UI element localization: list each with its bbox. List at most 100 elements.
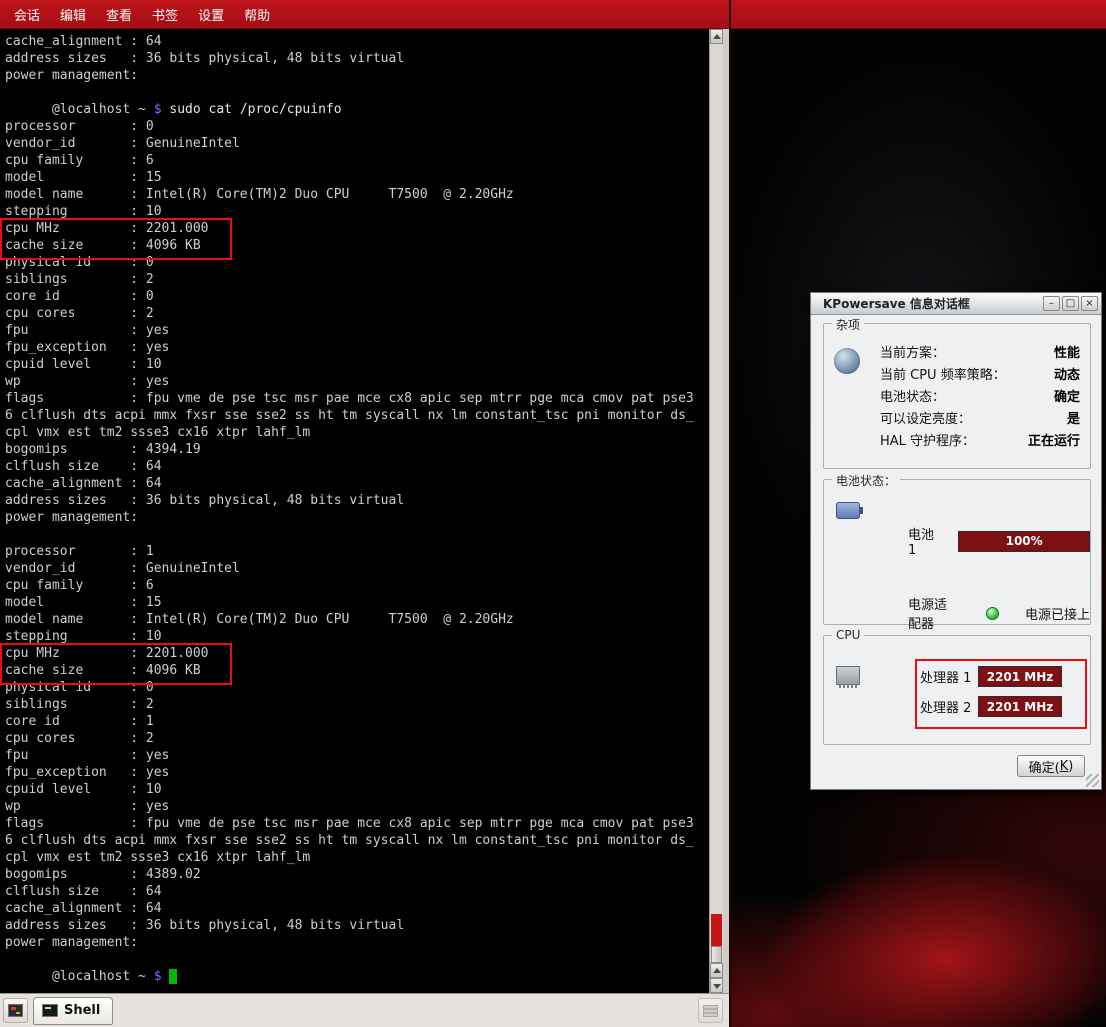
terminal-icon: [42, 1004, 58, 1017]
info-label: HAL 守护程序：: [880, 430, 975, 449]
ok-button-label: 确定(: [1029, 757, 1060, 776]
menu-item-2[interactable]: 编辑: [50, 1, 96, 28]
cpu-icon: [836, 666, 860, 685]
new-session-button[interactable]: [3, 998, 28, 1023]
terminal-line: vendor_id : GenuineIntel: [5, 560, 694, 577]
video-background: KPowersave 信息对话框 – □ × 杂项 当前方案：性能当前 CPU …: [731, 29, 1106, 1027]
scroll-thumb[interactable]: [711, 946, 722, 963]
info-row: 电池状态： 确定: [880, 384, 1080, 406]
info-row: 当前方案：性能: [880, 340, 1080, 362]
terminal-line: cache_alignment : 64: [5, 475, 694, 492]
terminal-line: stepping : 10: [5, 203, 694, 220]
kpowersave-icon: [834, 348, 860, 374]
info-label: 当前 CPU 频率策略：: [880, 364, 1006, 383]
terminal-line: processor : 1: [5, 543, 694, 560]
info-row: HAL 守护程序：正在运行: [880, 428, 1080, 450]
battery-label: 电池 1: [908, 524, 946, 558]
misc-rows: 当前方案：性能当前 CPU 频率策略：动态电池状态：确定可以设定亮度：是HAL …: [880, 340, 1080, 450]
cpu-frequency-bar: 2201 MHz: [978, 666, 1062, 687]
terminal-line: address sizes : 36 bits physical, 48 bit…: [5, 917, 694, 934]
minimize-button[interactable]: –: [1043, 296, 1060, 311]
close-button[interactable]: ×: [1081, 296, 1098, 311]
cpu-groupbox: CPU 处理器 12201 MHz处理器 22201 MHz: [823, 635, 1091, 745]
terminal-line: cpl vmx est tm2 ssse3 cx16 xtpr lahf_lm: [5, 849, 694, 866]
terminal-line: power management:: [5, 509, 694, 526]
terminal-line: [5, 526, 694, 543]
info-row: 当前 CPU 频率策略： 动态: [880, 362, 1080, 384]
shell-tab[interactable]: Shell: [33, 997, 113, 1025]
terminal-line: clflush size : 64: [5, 883, 694, 900]
scroll-down-button[interactable]: [710, 978, 723, 993]
info-value: 性能: [1054, 342, 1080, 361]
terminal-line: fpu : yes: [5, 747, 694, 764]
terminal-line: cpuid level : 10: [5, 356, 694, 373]
terminal-line: cpu family : 6: [5, 577, 694, 594]
battery-icon: [836, 502, 860, 519]
info-label: 可以设定亮度：: [880, 408, 971, 427]
terminal-line: fpu_exception : yes: [5, 764, 694, 781]
adapter-status: 电源已接上: [1025, 604, 1090, 623]
terminal-line: physical id : 0: [5, 679, 694, 696]
scroll-up-button-bottom[interactable]: [710, 963, 723, 978]
info-value: 确定: [1054, 386, 1080, 405]
scroll-position-marker: [711, 914, 722, 946]
terminal-line: 6 clflush dts acpi mmx fxsr sse sse2 ss …: [5, 407, 694, 424]
terminal-line: model : 15: [5, 594, 694, 611]
terminal-cursor: [169, 969, 177, 984]
menu-item-4[interactable]: 书签: [142, 1, 188, 28]
menu-item-1[interactable]: 会话: [4, 1, 50, 28]
terminal-line: cpu family : 6: [5, 152, 694, 169]
session-list-button[interactable]: [698, 998, 723, 1023]
new-session-icon: [8, 1004, 23, 1017]
terminal-line: wp : yes: [5, 798, 694, 815]
info-value: 动态: [1054, 364, 1080, 383]
cpu-frequency-bar: 2201 MHz: [978, 696, 1062, 717]
terminal-line: vendor_id : GenuineIntel: [5, 135, 694, 152]
terminal-line: @localhost ~ $ sudo cat /proc/cpuinfo: [5, 101, 694, 118]
terminal-line: stepping : 10: [5, 628, 694, 645]
terminal-line: cpu MHz : 2201.000: [5, 645, 694, 662]
terminal-line: power management:: [5, 934, 694, 951]
terminal-line: 6 clflush dts acpi mmx fxsr sse sse2 ss …: [5, 832, 694, 849]
menu-item-3[interactable]: 查看: [96, 1, 142, 28]
dialog-titlebar[interactable]: KPowersave 信息对话框 – □ ×: [811, 293, 1101, 315]
menu-item-6[interactable]: 帮助: [234, 1, 280, 28]
terminal-line: bogomips : 4389.02: [5, 866, 694, 883]
scroll-up-button[interactable]: [710, 29, 723, 44]
menu-bar: 会话编辑查看书签设置帮助: [0, 0, 1106, 29]
terminal-line: cache size : 4096 KB: [5, 237, 694, 254]
terminal-line: cache_alignment : 64: [5, 33, 694, 50]
terminal-line: power management:: [5, 67, 694, 84]
terminal-line: siblings : 2: [5, 271, 694, 288]
terminal-line: address sizes : 36 bits physical, 48 bit…: [5, 492, 694, 509]
terminal-line: address sizes : 36 bits physical, 48 bit…: [5, 50, 694, 67]
cpu-rows: 处理器 12201 MHz处理器 22201 MHz: [920, 666, 1062, 726]
resize-grip[interactable]: [1086, 774, 1099, 787]
terminal-line: siblings : 2: [5, 696, 694, 713]
dialog-title: KPowersave 信息对话框: [823, 295, 1041, 312]
info-label: 电池状态：: [880, 386, 945, 405]
info-row: 可以设定亮度：是: [880, 406, 1080, 428]
adapter-row: 电源适配器 电源已接上: [908, 594, 1090, 632]
terminal-output[interactable]: cache_alignment : 64address sizes : 36 b…: [0, 29, 709, 993]
kpowersave-dialog: KPowersave 信息对话框 – □ × 杂项 当前方案：性能当前 CPU …: [810, 292, 1102, 790]
terminal-line: cache_alignment : 64: [5, 900, 694, 917]
terminal-line: flags : fpu vme de pse tsc msr pae mce c…: [5, 390, 694, 407]
terminal-line: cpu MHz : 2201.000: [5, 220, 694, 237]
processor-label: 处理器 2: [920, 697, 978, 716]
ok-button[interactable]: 确定(K): [1017, 755, 1085, 777]
misc-groupbox-title: 杂项: [832, 316, 864, 333]
battery-progressbar: 100%: [958, 531, 1090, 552]
maximize-button[interactable]: □: [1062, 296, 1079, 311]
terminal-scrollbar[interactable]: [709, 29, 723, 993]
terminal-window: cache_alignment : 64address sizes : 36 b…: [0, 29, 729, 993]
menu-item-5[interactable]: 设置: [188, 1, 234, 28]
ok-button-accel: K: [1060, 759, 1069, 774]
battery-groupbox-title: 电池状态：: [832, 472, 900, 489]
processor-label: 处理器 1: [920, 667, 978, 686]
terminal-line: @localhost ~ $: [5, 968, 694, 985]
shell-tab-label: Shell: [64, 1003, 100, 1018]
tab-bar: Shell: [0, 993, 729, 1027]
battery-row: 电池 1 100%: [908, 524, 1090, 558]
terminal-line: core id : 1: [5, 713, 694, 730]
